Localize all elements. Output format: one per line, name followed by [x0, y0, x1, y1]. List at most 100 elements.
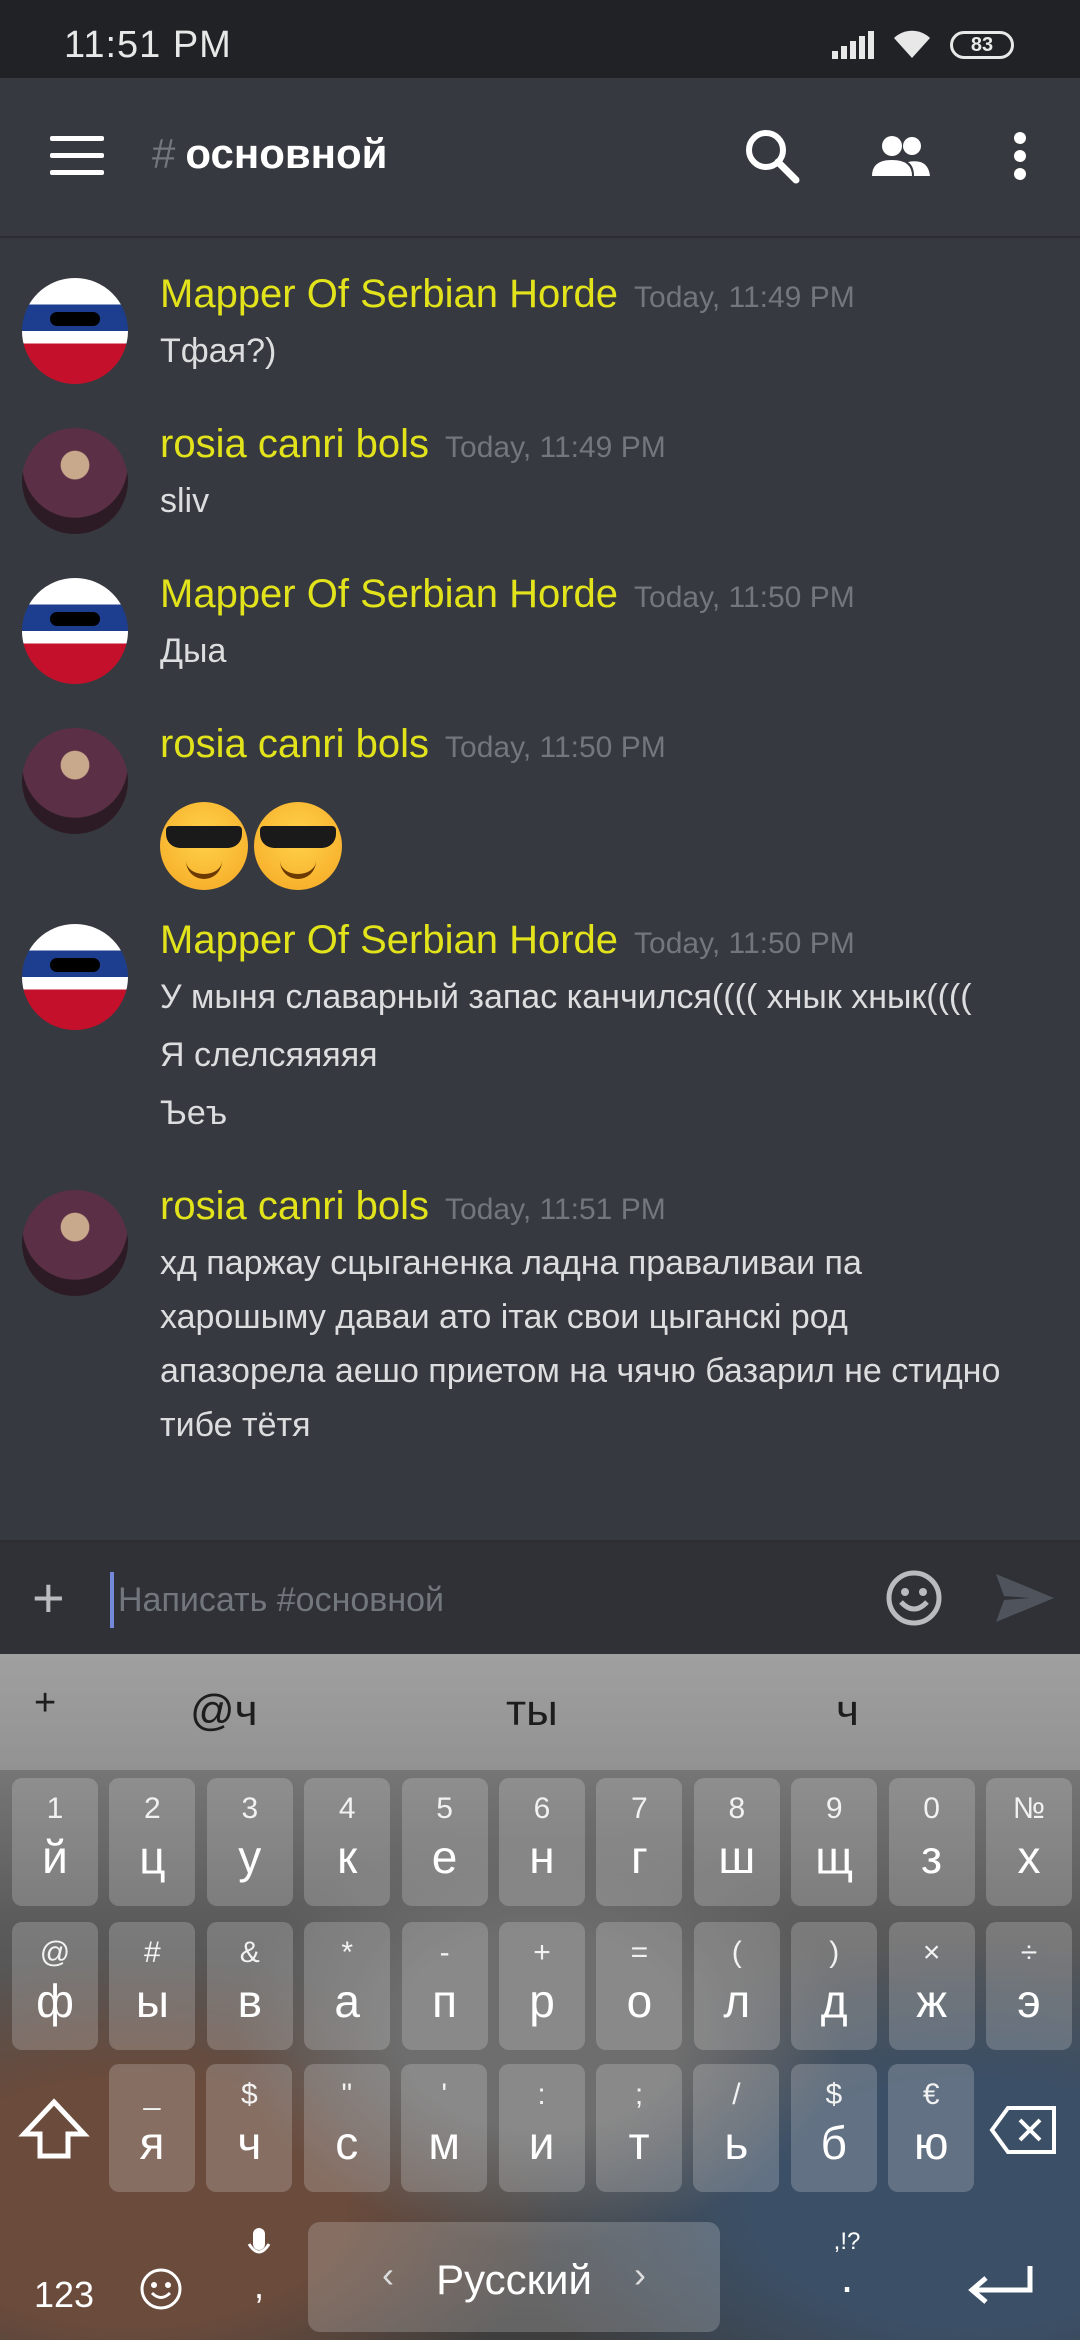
search-icon[interactable]: [740, 124, 804, 188]
message-text: апазорела аешо приетом на чячю базарил н…: [160, 1352, 1001, 1390]
key-secondary-label: ÷: [1020, 1936, 1038, 1969]
more-options-icon[interactable]: [990, 124, 1050, 188]
key-secondary-label: 1: [46, 1792, 64, 1825]
key-r3-2[interactable]: " с: [303, 2064, 390, 2192]
key-r3-7[interactable]: $ б: [790, 2064, 877, 2192]
key-primary-label: х: [1017, 1831, 1041, 1883]
emoji-key-icon[interactable]: [138, 2266, 184, 2312]
key-r3-0[interactable]: _ я: [109, 2064, 195, 2192]
key-r3-1[interactable]: $ ч: [206, 2064, 293, 2192]
emoji-picker-icon[interactable]: [884, 1568, 944, 1628]
key-r2-7[interactable]: (л: [693, 1922, 780, 2050]
key-primary-label: й: [42, 1831, 68, 1883]
key-r1-2[interactable]: 3у: [206, 1778, 293, 1906]
key-r3-3[interactable]: ' м: [401, 2064, 488, 2192]
avatar[interactable]: [22, 924, 128, 1030]
suggestion-item[interactable]: ч: [836, 1686, 859, 1736]
key-r1-7[interactable]: 8ш: [693, 1778, 780, 1906]
message-input[interactable]: [110, 1572, 880, 1628]
channel-title: # основной: [152, 130, 388, 178]
add-attachment-button[interactable]: +: [32, 1570, 65, 1626]
username[interactable]: Mapper Of Serbian Horde: [160, 572, 618, 616]
backspace-icon[interactable]: [988, 2102, 1060, 2158]
key-secondary-label: 8: [728, 1792, 746, 1825]
key-secondary-label: _: [143, 2078, 161, 2111]
key-secondary-label: (: [731, 1936, 742, 1969]
battery-indicator: 83: [950, 31, 1014, 59]
key-primary-label: ш: [718, 1831, 756, 1883]
key-r1-9[interactable]: 0з: [888, 1778, 975, 1906]
timestamp: Today, 11:51 PM: [445, 1193, 666, 1226]
avatar[interactable]: [22, 428, 128, 534]
avatar[interactable]: [22, 1190, 128, 1296]
key-r1-6[interactable]: 7г: [596, 1778, 683, 1906]
username[interactable]: rosia canri bols: [160, 422, 429, 466]
key-r3-4[interactable]: :и: [498, 2064, 585, 2192]
key-primary-label: у: [238, 1831, 262, 1883]
message-text: Я слелсяяяяя: [160, 1036, 378, 1074]
smiling-face-with-sunglasses-icon: [160, 802, 248, 890]
send-icon[interactable]: [994, 1570, 1056, 1626]
key-r2-9[interactable]: × ж: [888, 1922, 975, 2050]
members-icon[interactable]: [868, 124, 932, 188]
key-primary-label: в: [237, 1975, 263, 2027]
username[interactable]: rosia canri bols: [160, 1184, 429, 1228]
period-key[interactable]: ,!? .: [812, 2228, 882, 2299]
key-r2-8[interactable]: ) д: [791, 1922, 878, 2050]
smiling-face-with-sunglasses-icon: [254, 802, 342, 890]
enter-icon[interactable]: [960, 2260, 1040, 2310]
key-r1-5[interactable]: 6н: [499, 1778, 585, 1906]
key-r2-2[interactable]: & в: [206, 1922, 293, 2050]
numbers-key[interactable]: 123: [14, 2274, 114, 2316]
suggestion-item[interactable]: @ч: [190, 1686, 258, 1736]
status-bar: 11:51 PM 83: [0, 0, 1080, 78]
key-secondary-label: 6: [533, 1792, 551, 1825]
timestamp: Today, 11:49 PM: [634, 281, 855, 314]
key-r2-5[interactable]: + р: [499, 1922, 585, 2050]
username[interactable]: rosia canri bols: [160, 722, 429, 766]
shift-icon[interactable]: [14, 2090, 94, 2170]
key-secondary-label: 5: [436, 1792, 453, 1825]
key-r1-1[interactable]: 2ц: [109, 1778, 196, 1906]
suggestion-plus[interactable]: +: [34, 1682, 56, 1725]
space-bar[interactable]: ‹ Русский ›: [308, 2222, 720, 2332]
key-primary-label: р: [529, 1975, 555, 2027]
comma-key[interactable]: ,: [234, 2228, 284, 2307]
message-header: Mapper Of Serbian Horde Today, 11:49 PM: [160, 272, 855, 317]
key-primary-label: д: [820, 1975, 848, 2027]
message-text: sliv: [160, 482, 210, 520]
menu-icon[interactable]: [50, 136, 104, 176]
key-r2-4[interactable]: -п: [401, 1922, 488, 2050]
key-r1-0[interactable]: 1й: [12, 1778, 98, 1906]
key-r2-1[interactable]: # ы: [109, 1922, 196, 2050]
language-next-icon: ›: [634, 2254, 646, 2295]
key-r2-6[interactable]: = о: [596, 1922, 683, 2050]
key-r1-4[interactable]: 5е: [401, 1778, 488, 1906]
key-primary-label: ы: [135, 1975, 169, 2027]
key-r1-10[interactable]: № х: [986, 1778, 1072, 1906]
key-r3-5[interactable]: ; т: [596, 2064, 682, 2192]
key-r1-8[interactable]: 9щ: [791, 1778, 878, 1906]
key-r2-10[interactable]: ÷ э: [986, 1922, 1072, 2050]
on-screen-keyboard: + @ч ты ч 1 й 2 ц 3 у 4 к 5 е 6 н 7 г 8 ш 9 щ 0 з № х @ ф # ы & в * а…: [0, 1654, 1080, 2340]
avatar[interactable]: [22, 728, 128, 834]
key-primary-label: ю: [913, 2117, 949, 2169]
message-header: Mapper Of Serbian Horde Today, 11:50 PM: [160, 572, 855, 617]
username[interactable]: Mapper Of Serbian Horde: [160, 918, 618, 962]
key-r1-3[interactable]: 4к: [304, 1778, 391, 1906]
avatar[interactable]: [22, 578, 128, 684]
key-secondary-label: 0: [923, 1792, 940, 1825]
key-primary-label: э: [1017, 1975, 1041, 2027]
wifi-icon: [894, 30, 930, 58]
suggestion-item[interactable]: ты: [506, 1686, 558, 1736]
message-composer: +: [0, 1540, 1080, 1656]
key-r2-0[interactable]: @ ф: [12, 1922, 98, 2050]
channel-header: # основной: [0, 78, 1080, 238]
key-secondary-label: €: [922, 2078, 940, 2111]
username[interactable]: Mapper Of Serbian Horde: [160, 272, 618, 316]
key-r2-3[interactable]: * а: [304, 1922, 391, 2050]
key-r3-6[interactable]: / ь: [693, 2064, 780, 2192]
key-secondary-label: ': [441, 2078, 448, 2111]
key-r3-8[interactable]: € ю: [888, 2064, 975, 2192]
avatar[interactable]: [22, 278, 128, 384]
